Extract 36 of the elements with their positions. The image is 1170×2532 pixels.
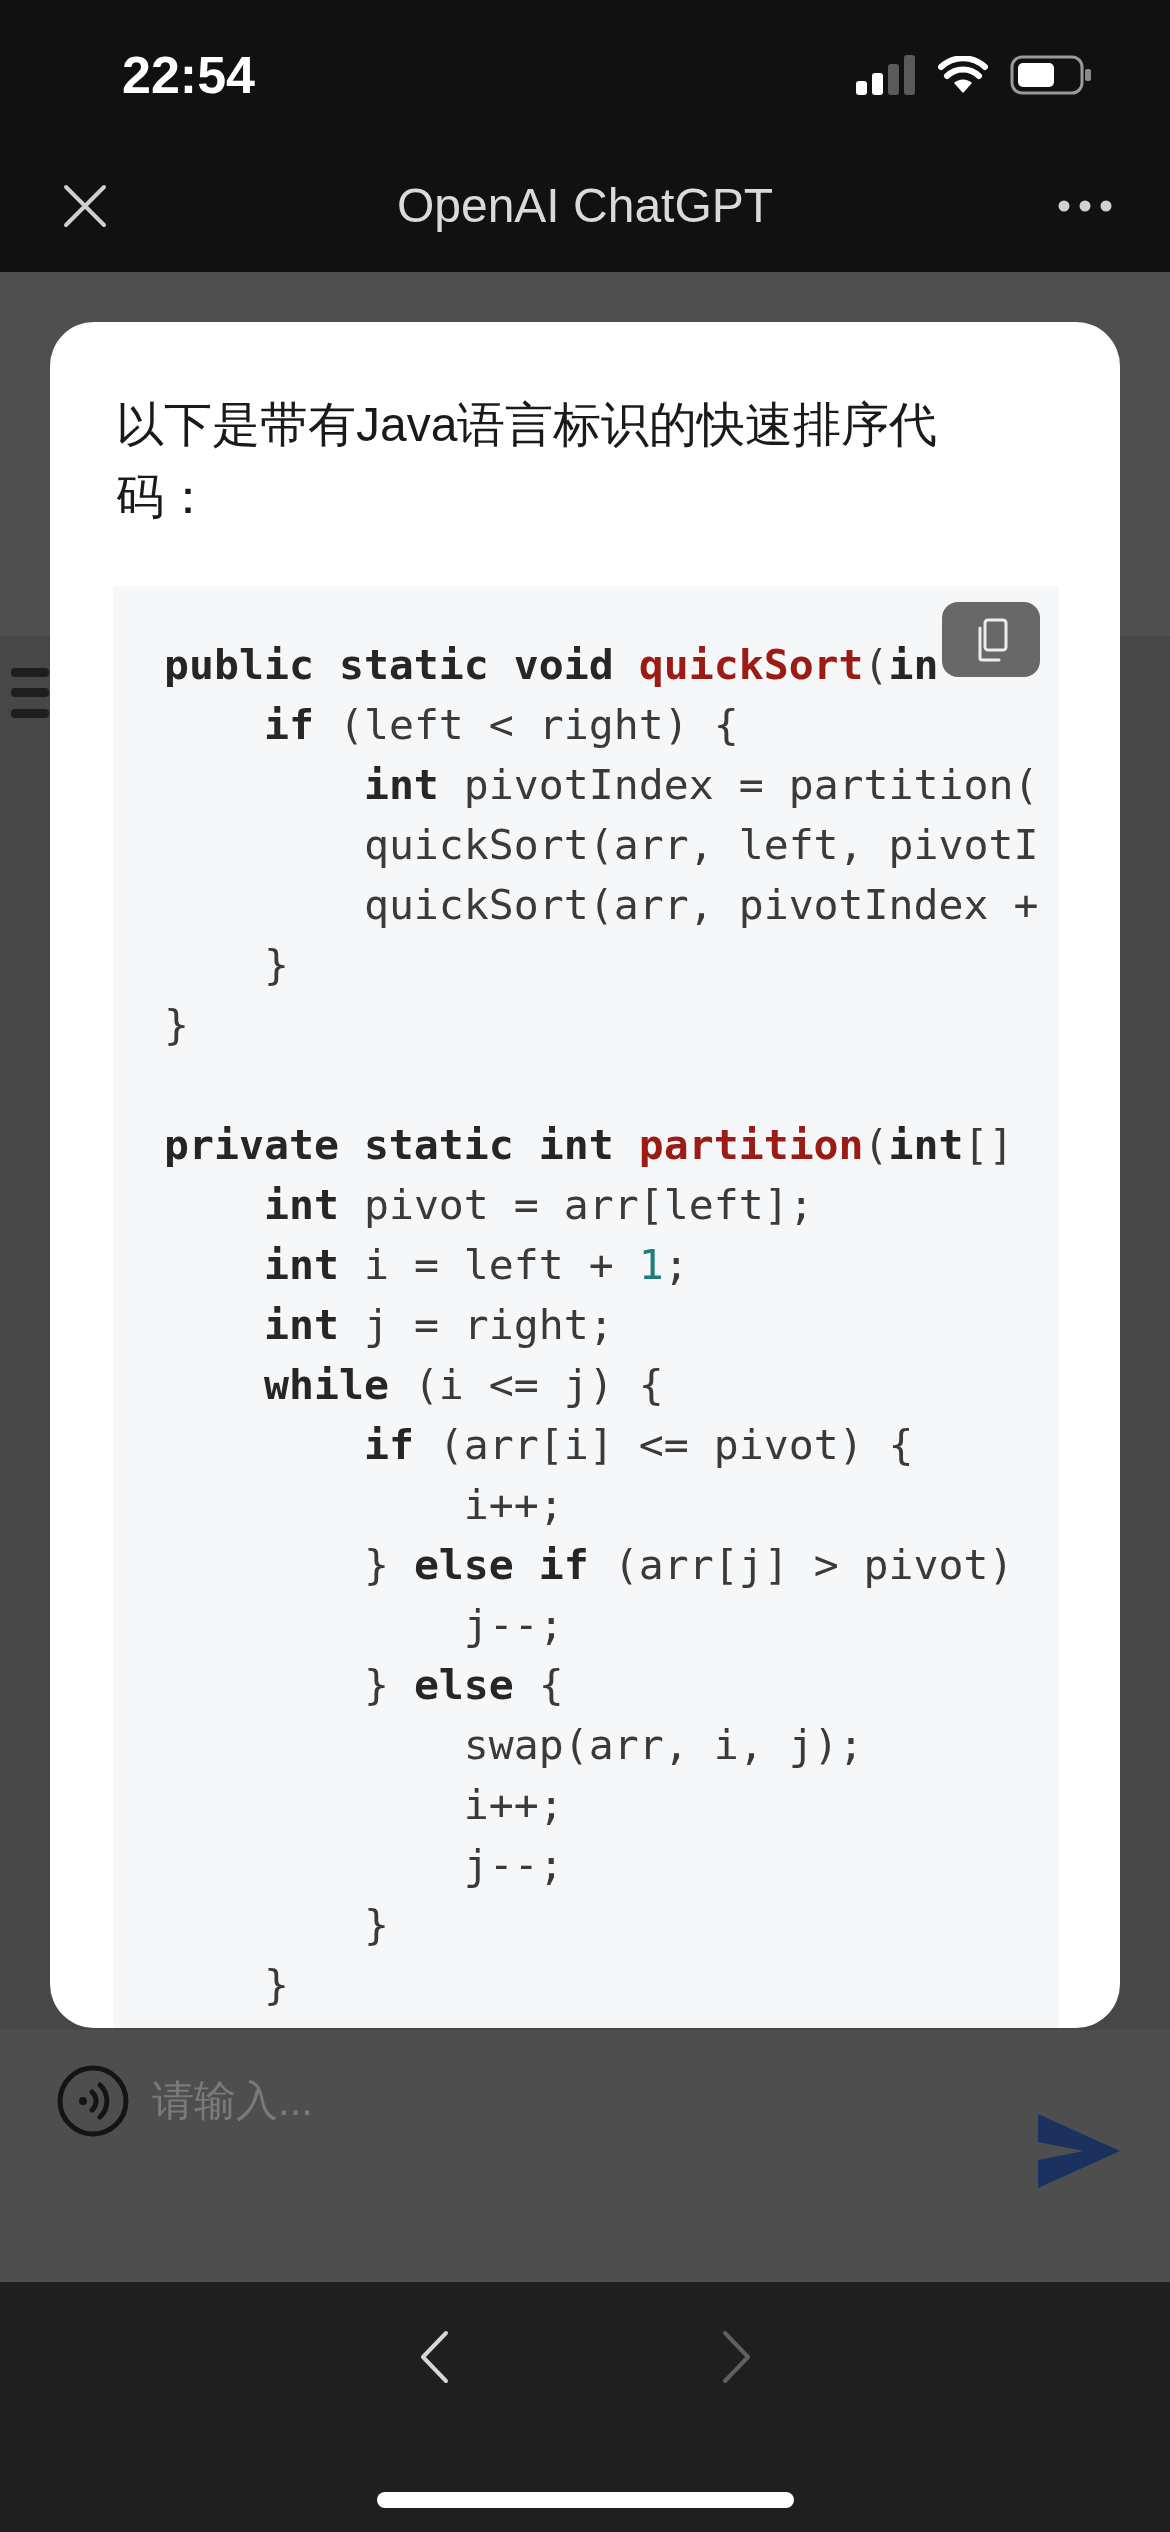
wifi-icon <box>938 56 988 94</box>
close-icon <box>63 184 107 228</box>
code-line: public static void quickSort(in <box>164 638 939 691</box>
more-icon <box>1058 200 1112 212</box>
code-line: quickSort(arr, pivotIndex + <box>363 878 1039 931</box>
chevron-left-icon <box>418 2330 449 2384</box>
code-line: i++; <box>463 1778 564 1831</box>
battery-icon <box>1010 55 1092 95</box>
code-line: } <box>263 1958 289 2011</box>
dialog-heading: 以下是带有Java语言标识的快速排序代码： <box>116 397 939 525</box>
code-line: int pivot = arr[left]; <box>263 1178 814 1231</box>
code-line: quickSort(arr, left, pivotI <box>363 818 1039 871</box>
code-line: } <box>164 998 189 1051</box>
code-line: while (i <= j) { <box>263 1358 664 1411</box>
code-line: int i = left + 1; <box>263 1238 689 1291</box>
code-line: swap(arr, i, j); <box>463 1718 864 1771</box>
status-time: 22:54 <box>122 49 255 101</box>
copy-button[interactable] <box>942 602 1040 677</box>
code-line: } else if (arr[j] > pivot) <box>363 1538 1014 1591</box>
code-line: i++; <box>463 1478 564 1531</box>
chevron-right-icon <box>721 2330 752 2384</box>
code-line: j--; <box>463 1838 564 1891</box>
code-line: } <box>363 1898 389 1951</box>
code-line: if (arr[i] <= pivot) { <box>363 1418 914 1471</box>
back-button[interactable] <box>418 2330 449 2384</box>
menu-icon <box>11 668 49 718</box>
code-line: j--; <box>463 1598 564 1651</box>
signal-icon <box>856 55 916 95</box>
code-line: private static int partition(int[] <box>164 1118 1014 1171</box>
page-title: OpenAI ChatGPT <box>396 182 774 230</box>
code-line: } else { <box>363 1658 564 1711</box>
code-line: int j = right; <box>263 1298 614 1351</box>
send-icon <box>1038 2114 1120 2188</box>
code-line: } <box>263 938 289 991</box>
code-line: int pivotIndex = partition( <box>363 758 1039 811</box>
code-line: if (left < right) { <box>263 698 739 751</box>
